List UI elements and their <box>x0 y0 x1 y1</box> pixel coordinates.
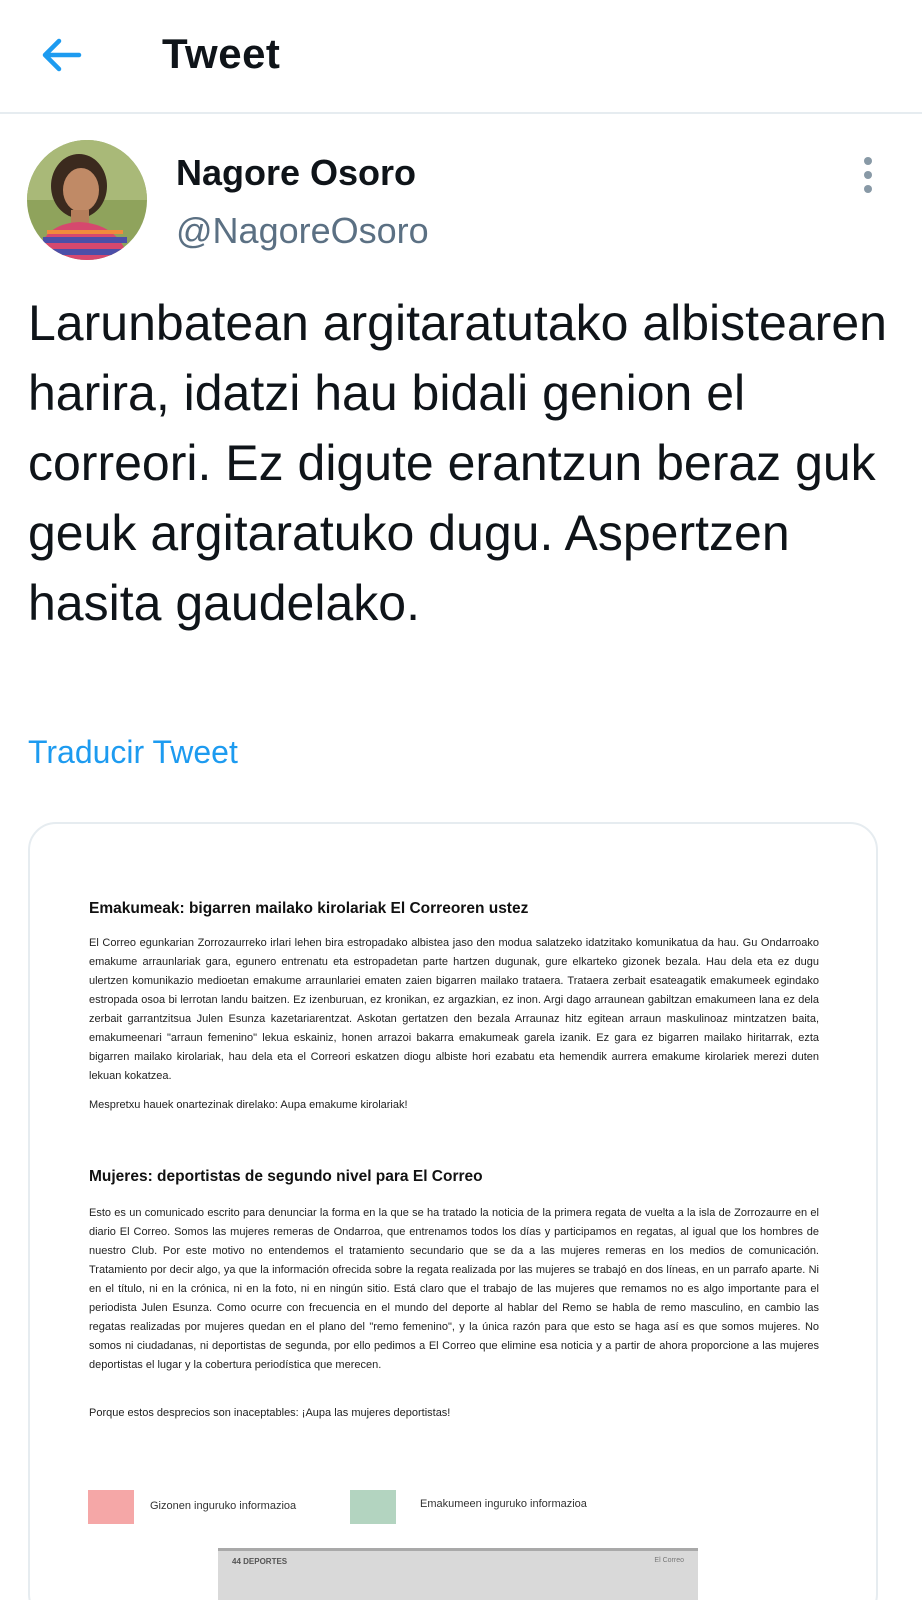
legend-men-swatch <box>88 1490 134 1524</box>
document-closing-basque: Mespretxu hauek onartezinak direlako: Au… <box>89 1099 408 1111</box>
document-closing-spanish: Porque estos desprecios son inaceptables… <box>89 1407 451 1419</box>
translate-tweet-link[interactable]: Traducir Tweet <box>28 734 238 771</box>
display-name[interactable]: Nagore Osoro <box>176 152 416 194</box>
newspaper-clipping: 44 DEPORTES El Correo <box>218 1548 698 1600</box>
more-dot <box>864 185 872 193</box>
page-title: Tweet <box>162 30 281 77</box>
tweet-media-image[interactable]: Emakumeak: bigarren mailako kirolariak E… <box>28 822 878 1600</box>
document-title-spanish: Mujeres: deportistas de segundo nivel pa… <box>89 1168 483 1185</box>
more-options-button[interactable] <box>858 154 878 204</box>
avatar[interactable] <box>27 140 147 260</box>
arrow-left-icon <box>42 38 82 72</box>
clipping-section-label: 44 DEPORTES <box>232 1557 288 1566</box>
tweet-header: Nagore Osoro @NagoreOsoro <box>0 140 922 260</box>
clipping-masthead: El Correo <box>654 1557 684 1564</box>
legend-women-label: Emakumeen inguruko informazioa <box>420 1498 587 1510</box>
legend-women-swatch <box>350 1490 396 1524</box>
document-title-basque: Emakumeak: bigarren mailako kirolariak E… <box>89 900 529 917</box>
document-body-spanish: Esto es un comunicado escrito para denun… <box>89 1207 819 1371</box>
avatar-image <box>27 140 147 260</box>
legend-men-label: Gizonen inguruko informazioa <box>150 1500 297 1512</box>
more-dot <box>864 171 872 179</box>
document-body-basque: El Correo egunkarian Zorrozaurreko irlar… <box>89 937 819 1082</box>
more-vertical-icon <box>864 157 872 165</box>
tweet-text: Larunbatean argitaratutako albistearen h… <box>28 295 887 631</box>
top-bar: Tweet <box>0 0 922 114</box>
user-handle[interactable]: @NagoreOsoro <box>176 210 429 252</box>
back-button[interactable] <box>36 30 86 80</box>
